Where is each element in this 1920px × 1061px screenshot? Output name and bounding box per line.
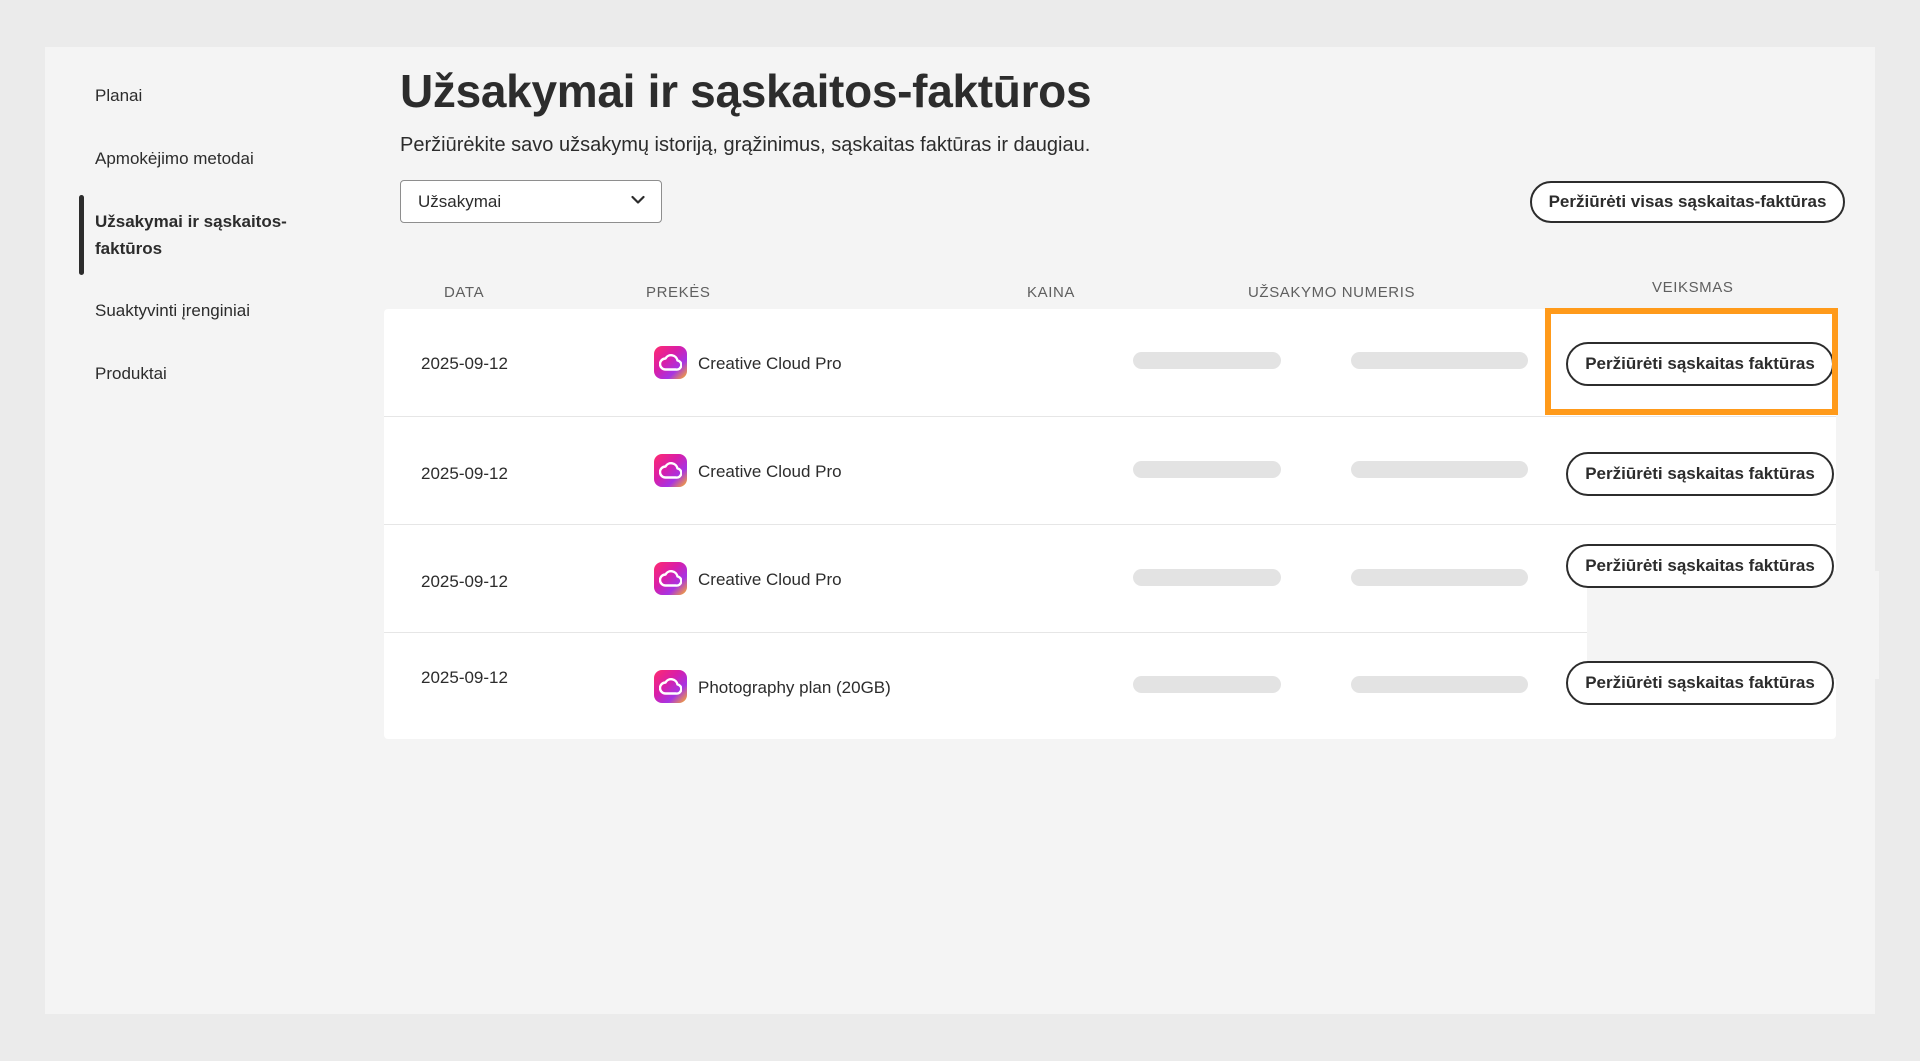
product-name: Creative Cloud Pro: [698, 570, 842, 589]
sidebar-item-products[interactable]: Produktai: [95, 360, 335, 387]
creative-cloud-icon: [654, 346, 687, 379]
active-nav-indicator: [79, 195, 84, 275]
order-number-redacted: [1351, 461, 1528, 478]
sidebar-item-plans[interactable]: Planai: [95, 82, 335, 109]
column-header-order-number: UŽSAKYMO NUMERIS: [1248, 284, 1416, 301]
column-header-date: DATA: [444, 284, 485, 301]
creative-cloud-icon: [654, 670, 687, 703]
column-header-action: VEIKSMAS: [1652, 279, 1734, 296]
creative-cloud-icon: [654, 562, 687, 595]
order-date: 2025-09-12: [421, 464, 508, 483]
sidebar-item-activated-devices[interactable]: Suaktyvinti įrenginiai: [95, 297, 335, 324]
view-invoices-button[interactable]: Peržiūrėti sąskaitas faktūras: [1566, 544, 1834, 588]
sidebar-item-orders-invoices[interactable]: Užsakymai ir sąskaitos-faktūros: [95, 208, 335, 262]
column-header-price: KAINA: [1027, 284, 1076, 301]
order-date: 2025-09-12: [421, 668, 508, 687]
order-date: 2025-09-12: [421, 572, 508, 591]
order-type-dropdown[interactable]: Užsakymai: [400, 180, 662, 223]
view-all-invoices-button[interactable]: Peržiūrėti visas sąskaitas-faktūras: [1530, 181, 1845, 223]
product-name: Creative Cloud Pro: [698, 354, 842, 373]
order-date: 2025-09-12: [421, 354, 508, 373]
chevron-down-icon: [631, 195, 645, 204]
creative-cloud-icon: [654, 454, 687, 487]
column-header-items: PREKĖS: [646, 284, 711, 301]
account-page: Planai Apmokėjimo metodai Užsakymai ir s…: [45, 47, 1879, 1014]
order-number-redacted: [1351, 352, 1528, 369]
order-number-redacted: [1351, 676, 1528, 693]
view-invoices-button[interactable]: Peržiūrėti sąskaitas faktūras: [1566, 452, 1834, 496]
sidebar-nav: Planai Apmokėjimo metodai Užsakymai ir s…: [45, 47, 375, 1014]
price-redacted: [1133, 569, 1281, 586]
highlight-box: [1545, 308, 1838, 415]
product-name: Photography plan (20GB): [698, 678, 891, 697]
product-name: Creative Cloud Pro: [698, 462, 842, 481]
price-redacted: [1133, 461, 1281, 478]
page-title: Užsakymai ir sąskaitos-faktūros: [400, 65, 1092, 117]
dropdown-selected-value: Užsakymai: [418, 192, 502, 211]
view-invoices-button[interactable]: Peržiūrėti sąskaitas faktūras: [1566, 661, 1834, 705]
price-redacted: [1133, 676, 1281, 693]
price-redacted: [1133, 352, 1281, 369]
page-subtitle: Peržiūrėkite savo užsakymų istoriją, grą…: [400, 134, 1091, 156]
order-number-redacted: [1351, 569, 1528, 586]
sidebar-item-payment-methods[interactable]: Apmokėjimo metodai: [95, 145, 335, 172]
